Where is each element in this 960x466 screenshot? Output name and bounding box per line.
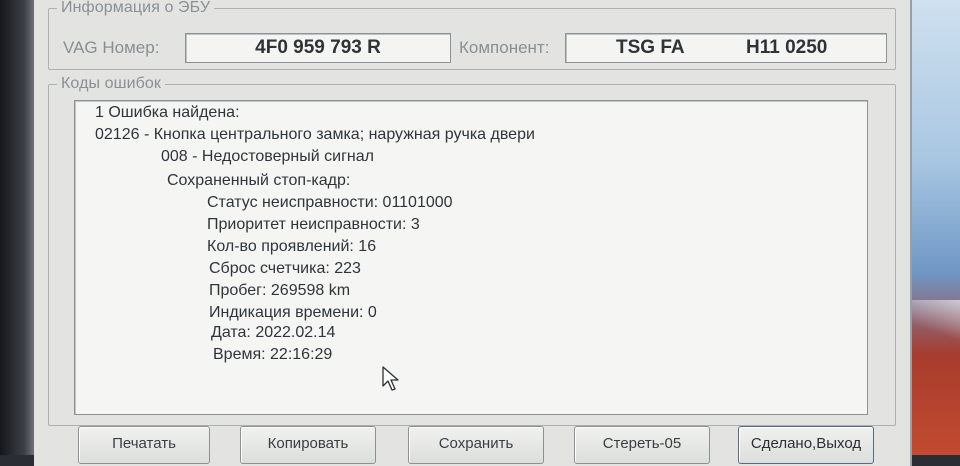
- fault-codes-textbox[interactable]: 1 Ошибка найдена: 02126 - Кнопка централ…: [74, 100, 868, 415]
- ecu-info-title: Информация о ЭБУ: [57, 0, 215, 17]
- time-line: Время: 22:16:29: [213, 346, 333, 363]
- mileage-line: Пробег: 269598 km: [209, 282, 351, 299]
- ecu-fault-window: Информация о ЭБУ VAG Номер: 4F0 959 793 …: [34, 0, 912, 466]
- monitor-bezel: [0, 0, 34, 455]
- mouse-pointer-icon: [382, 366, 399, 391]
- ecu-info-group: Информация о ЭБУ VAG Номер: 4F0 959 793 …: [48, 0, 896, 70]
- fault-frequency-line: Кол-во проявлений: 16: [207, 238, 377, 255]
- time-indication-line: Индикация времени: 0: [209, 304, 377, 321]
- fault-symptom-line: 008 - Недостоверный сигнал: [161, 148, 374, 165]
- reset-counter-line: Сброс счетчика: 223: [209, 260, 361, 277]
- fault-priority-line: Приоритет неисправности: 3: [207, 216, 420, 233]
- clear-codes-button[interactable]: Стереть-05: [574, 426, 710, 464]
- vag-number-field: 4F0 959 793 R: [185, 33, 451, 63]
- component-name: TSG FA: [616, 37, 685, 58]
- component-field: TSG FA H11 0250: [565, 33, 887, 63]
- print-button[interactable]: Печатать: [78, 426, 210, 464]
- fault-count-line: 1 Ошибка найдена:: [95, 104, 240, 121]
- desktop-background: [908, 0, 960, 455]
- fault-status-line: Статус неисправности: 01101000: [207, 194, 453, 211]
- component-label: Компонент:: [459, 38, 550, 57]
- vag-number-label: VAG Номер:: [63, 38, 160, 57]
- component-version: H11 0250: [746, 37, 828, 58]
- fault-code-line: 02126 - Кнопка центрального замка; наруж…: [95, 126, 535, 143]
- freeze-frame-heading: Сохраненный стоп-кадр:: [167, 172, 351, 189]
- copy-button[interactable]: Копировать: [240, 426, 376, 464]
- fault-codes-title: Коды ошибок: [57, 75, 165, 93]
- done-exit-button[interactable]: Сделано,Выход: [738, 426, 874, 464]
- date-line: Дата: 2022.02.14: [211, 324, 336, 341]
- save-button[interactable]: Сохранить: [408, 426, 544, 464]
